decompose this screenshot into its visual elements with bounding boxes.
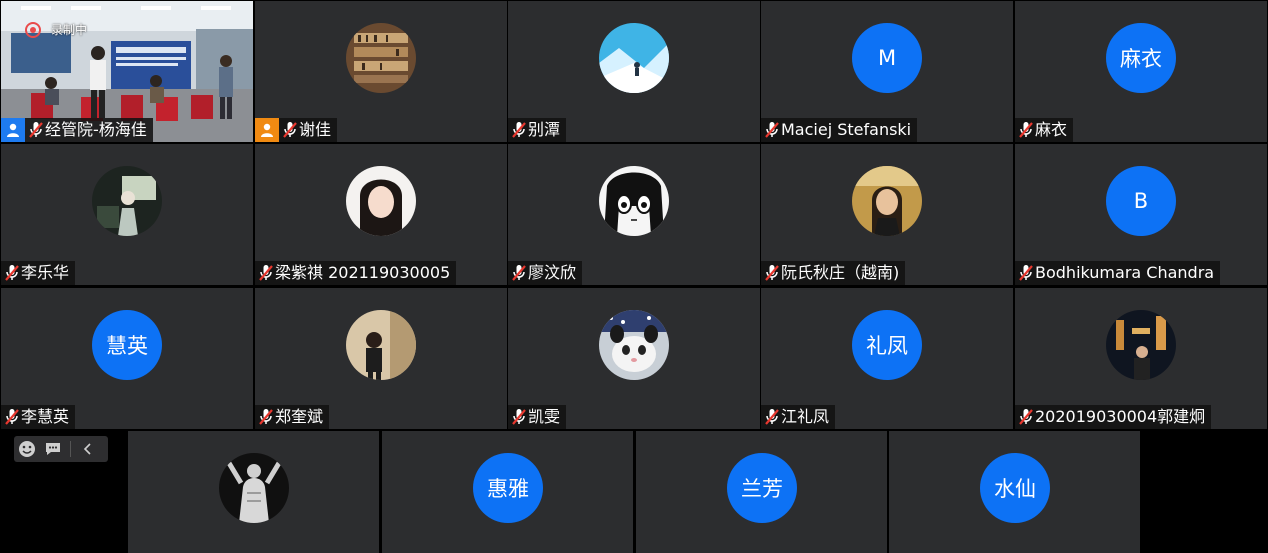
- participant-namebar: 江礼凤: [761, 405, 836, 429]
- mic-muted-icon: [1018, 263, 1034, 283]
- participant-tile[interactable]: M Maciej Stefanski: [761, 1, 1013, 142]
- participant-namebar: 李乐华: [1, 261, 76, 285]
- participant-tile[interactable]: 谢佳: [255, 1, 507, 142]
- participant-name: 江礼凤: [781, 407, 830, 426]
- participant-namebar: 202019030004郭建炯: [1015, 405, 1212, 429]
- participant-namebar: 李慧英: [1, 405, 76, 429]
- mic-muted-icon: [1018, 120, 1034, 140]
- participant-tile[interactable]: 水仙: [889, 431, 1140, 553]
- recording-indicator: 录制中: [25, 21, 87, 38]
- avatar: [852, 166, 922, 236]
- video-tile[interactable]: 录制中 经管院-杨海佳: [1, 1, 253, 142]
- participant-namebar: 谢佳: [255, 118, 338, 142]
- participant-name: 别潭: [528, 120, 561, 139]
- recording-icon: [25, 21, 41, 38]
- participant-name: 麻衣: [1035, 120, 1068, 139]
- participant-namebar: Bodhikumara Chandra: [1015, 261, 1221, 285]
- cohost-icon: [255, 118, 279, 142]
- participant-tile[interactable]: 202019030004郭建炯: [1015, 288, 1267, 429]
- avatar: [219, 453, 289, 523]
- participant-name: 202019030004郭建炯: [1035, 407, 1206, 426]
- participant-tile[interactable]: 郑奎斌: [255, 288, 507, 429]
- avatar-initial: 惠雅: [473, 453, 543, 523]
- participant-name: 廖汶欣: [528, 263, 577, 282]
- host-icon: [1, 118, 25, 142]
- avatar: [92, 166, 162, 236]
- participant-tile[interactable]: 廖汶欣: [508, 144, 760, 285]
- avatar: [599, 23, 669, 93]
- avatar-initial: M: [852, 23, 922, 93]
- gallery-toolbar: [14, 436, 108, 462]
- collapse-chevron-icon[interactable]: [75, 436, 101, 462]
- participant-namebar: Maciej Stefanski: [761, 118, 918, 142]
- avatar: [346, 310, 416, 380]
- mic-muted-icon: [258, 407, 274, 427]
- participant-name: 李慧英: [21, 407, 70, 426]
- participant-tile[interactable]: 兰芳: [636, 431, 887, 553]
- participant-namebar: 廖汶欣: [508, 261, 583, 285]
- participant-tile[interactable]: 麻衣 麻衣: [1015, 1, 1267, 142]
- avatar: [346, 166, 416, 236]
- participant-tile[interactable]: 凯雯: [508, 288, 760, 429]
- participant-tile[interactable]: 阮氏秋庄（越南): [761, 144, 1013, 285]
- mic-muted-icon: [258, 263, 274, 283]
- mic-muted-icon: [511, 407, 527, 427]
- mic-muted-icon: [511, 120, 527, 140]
- participant-tile[interactable]: 李乐华: [1, 144, 253, 285]
- participant-namebar: 凯雯: [508, 405, 567, 429]
- participant-namebar: 经管院-杨海佳: [1, 118, 153, 142]
- participant-namebar: 郑奎斌: [255, 405, 330, 429]
- avatar-initial: 礼凤: [852, 310, 922, 380]
- chat-icon[interactable]: [40, 436, 66, 462]
- avatar: [346, 23, 416, 93]
- participant-tile[interactable]: 别潭: [508, 1, 760, 142]
- avatar-initial: B: [1106, 166, 1176, 236]
- participant-namebar: 别潭: [508, 118, 567, 142]
- participant-tile[interactable]: 礼凤 江礼凤: [761, 288, 1013, 429]
- participant-name: 凯雯: [528, 407, 561, 426]
- participant-tile[interactable]: B Bodhikumara Chandra: [1015, 144, 1267, 285]
- participant-name: Maciej Stefanski: [781, 120, 912, 139]
- participant-tile[interactable]: [128, 431, 379, 553]
- participant-tile[interactable]: 梁紫祺 202119030005: [255, 144, 507, 285]
- mic-muted-icon: [4, 263, 20, 283]
- participant-name: 李乐华: [21, 263, 70, 282]
- avatar-initial: 麻衣: [1106, 23, 1176, 93]
- participant-tile[interactable]: 慧英 李慧英: [1, 288, 253, 429]
- participant-name: 梁紫祺 202119030005: [275, 263, 451, 282]
- mic-muted-icon: [282, 120, 298, 140]
- participant-name: 阮氏秋庄（越南): [781, 263, 900, 282]
- participant-namebar: 阮氏秋庄（越南): [761, 261, 906, 285]
- participant-namebar: 麻衣: [1015, 118, 1074, 142]
- participant-name: Bodhikumara Chandra: [1035, 263, 1215, 282]
- participant-name: 谢佳: [299, 120, 332, 139]
- mic-muted-icon: [764, 120, 780, 140]
- avatar-initial: 慧英: [92, 310, 162, 380]
- avatar: [1106, 310, 1176, 380]
- participant-name: 经管院-杨海佳: [45, 120, 147, 139]
- avatar: [599, 166, 669, 236]
- mic-muted-icon: [1018, 407, 1034, 427]
- avatar-initial: 兰芳: [727, 453, 797, 523]
- mic-muted-icon: [28, 120, 44, 140]
- toolbar-divider: [70, 441, 71, 457]
- participant-name: 郑奎斌: [275, 407, 324, 426]
- mic-muted-icon: [764, 407, 780, 427]
- participant-namebar: 梁紫祺 202119030005: [255, 261, 457, 285]
- emoji-icon[interactable]: [14, 436, 40, 462]
- avatar: [599, 310, 669, 380]
- mic-muted-icon: [764, 263, 780, 283]
- mic-muted-icon: [511, 263, 527, 283]
- mic-muted-icon: [4, 407, 20, 427]
- avatar-initial: 水仙: [980, 453, 1050, 523]
- participant-tile[interactable]: 惠雅: [382, 431, 633, 553]
- recording-label: 录制中: [51, 23, 88, 37]
